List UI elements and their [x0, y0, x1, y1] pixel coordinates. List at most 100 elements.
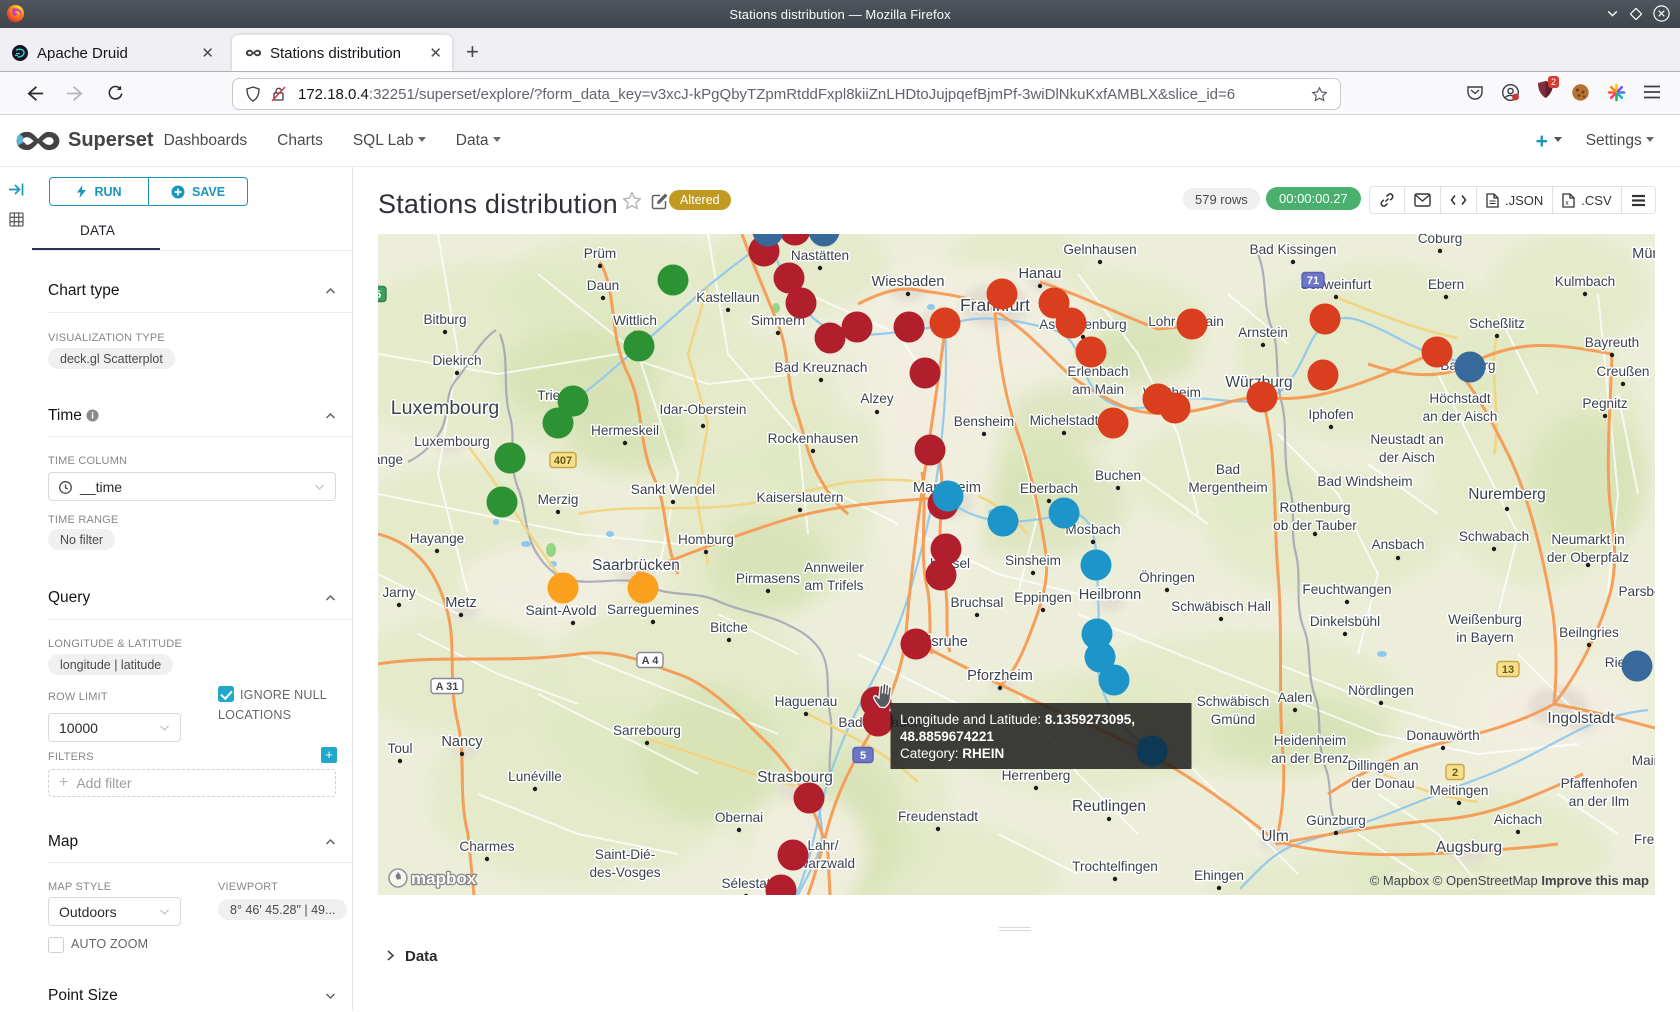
svg-text:Ingolstadt: Ingolstadt — [1547, 710, 1615, 727]
svg-text:Homburg: Homburg — [678, 532, 734, 547]
svg-text:Mergentheim: Mergentheim — [1188, 480, 1267, 495]
svg-text:Höchstadt: Höchstadt — [1429, 391, 1490, 406]
svg-text:71: 71 — [1307, 275, 1319, 287]
svg-text:Nuremberg: Nuremberg — [1468, 486, 1546, 503]
svg-text:© Mapbox © OpenStreetMap Impro: © Mapbox © OpenStreetMap Improve this ma… — [1370, 873, 1649, 888]
svg-text:der Aisch: der Aisch — [1379, 450, 1435, 465]
svg-text:Bruchsal: Bruchsal — [951, 595, 1004, 610]
svg-text:Schwäbisch: Schwäbisch — [1197, 694, 1270, 709]
svg-text:an der Aisch: an der Aisch — [1423, 409, 1498, 424]
svg-text:Heilbronn: Heilbronn — [1079, 587, 1141, 603]
svg-text:Schwäbisch Hall: Schwäbisch Hall — [1171, 599, 1271, 614]
svg-text:Strasbourg: Strasbourg — [757, 769, 833, 786]
svg-text:Pirmasens: Pirmasens — [736, 571, 800, 586]
svg-text:mapbox: mapbox — [411, 869, 477, 888]
svg-text:der Oberpfalz: der Oberpfalz — [1547, 550, 1630, 565]
svg-text:Daun: Daun — [587, 278, 620, 293]
svg-text:Alzey: Alzey — [860, 391, 893, 406]
svg-text:2: 2 — [1452, 767, 1458, 779]
svg-text:an der Brenz: an der Brenz — [1271, 751, 1349, 766]
svg-text:Günzburg: Günzburg — [1306, 813, 1366, 828]
svg-text:Eberbach: Eberbach — [1020, 481, 1078, 496]
svg-text:Iphofen: Iphofen — [1308, 407, 1353, 422]
svg-text:Rothenburg: Rothenburg — [1279, 500, 1350, 515]
svg-text:in Bayern: in Bayern — [1456, 630, 1513, 645]
svg-text:Sarrebourg: Sarrebourg — [613, 723, 681, 738]
svg-text:Scheßlitz: Scheßlitz — [1469, 316, 1525, 331]
svg-text:Heidenheim: Heidenheim — [1274, 733, 1347, 748]
svg-text:Augsburg: Augsburg — [1436, 839, 1502, 856]
svg-text:Toul: Toul — [388, 741, 413, 756]
svg-text:Charmes: Charmes — [459, 839, 514, 854]
svg-text:Coburg: Coburg — [1418, 234, 1463, 246]
svg-text:Bad: Bad — [1216, 462, 1240, 477]
svg-text:Annweiler: Annweiler — [804, 560, 864, 575]
svg-text:Reutlingen: Reutlingen — [1072, 798, 1146, 815]
svg-text:Kulmbach: Kulmbach — [1555, 274, 1615, 289]
svg-text:Hanau: Hanau — [1018, 266, 1061, 282]
svg-text:x: x — [1565, 200, 1569, 207]
svg-text:Ulm: Ulm — [1261, 828, 1289, 845]
svg-text:Luxembourg: Luxembourg — [414, 434, 490, 449]
svg-text:Merzig: Merzig — [538, 492, 579, 507]
svg-text:Idar-Oberstein: Idar-Oberstein — [660, 402, 747, 417]
svg-text:Kastellaun: Kastellaun — [696, 290, 759, 305]
svg-text:Donauwörth: Donauwörth — [1406, 728, 1479, 743]
svg-text:Herrenberg: Herrenberg — [1002, 768, 1071, 783]
svg-text:Sankt Wendel: Sankt Wendel — [631, 482, 715, 497]
svg-text:Bad Kreuznach: Bad Kreuznach — [775, 360, 868, 375]
svg-text:Öhringen: Öhringen — [1139, 570, 1195, 585]
svg-text:Sélestat: Sélestat — [721, 876, 770, 891]
svg-text:Luxembourg: Luxembourg — [391, 397, 499, 419]
svg-text:Dillingen an: Dillingen an — [1347, 758, 1418, 773]
svg-text:13: 13 — [1502, 664, 1514, 676]
svg-text:Saint-Dié-: Saint-Dié- — [595, 847, 655, 862]
svg-text:Feuchtwangen: Feuchtwangen — [1302, 582, 1391, 597]
svg-text:Eppingen: Eppingen — [1014, 590, 1071, 605]
svg-text:Ebern: Ebern — [1428, 277, 1464, 292]
svg-text:Nancy: Nancy — [441, 734, 483, 750]
svg-text:Wiesbaden: Wiesbaden — [871, 274, 944, 290]
svg-text:ob der Tauber: ob der Tauber — [1273, 518, 1357, 533]
svg-text:Neustadt an: Neustadt an — [1370, 432, 1443, 447]
svg-text:Dinkelsbühl: Dinkelsbühl — [1310, 614, 1380, 629]
svg-text:Saarbrücken: Saarbrücken — [592, 557, 680, 574]
svg-text:Nördlingen: Nördlingen — [1348, 683, 1414, 698]
svg-text:Aichach: Aichach — [1494, 812, 1542, 827]
svg-text:des-Vosges: des-Vosges — [589, 865, 660, 880]
svg-text:Haguenau: Haguenau — [775, 694, 838, 709]
svg-text:Hermeskeil: Hermeskeil — [591, 423, 659, 438]
svg-text:A 31: A 31 — [436, 681, 459, 693]
svg-text:Pforzheim: Pforzheim — [967, 668, 1033, 684]
svg-text:Bensheim: Bensheim — [954, 414, 1014, 429]
svg-text:Arnstein: Arnstein — [1238, 325, 1288, 340]
svg-text:Bayreuth: Bayreuth — [1585, 335, 1639, 350]
svg-text:Erlenbach: Erlenbach — [1067, 364, 1128, 379]
svg-text:Münc: Münc — [1632, 246, 1655, 262]
svg-text:Beilngries: Beilngries — [1559, 625, 1619, 640]
svg-text:Gelnhausen: Gelnhausen — [1063, 242, 1136, 257]
svg-text:am Main: am Main — [1072, 382, 1124, 397]
svg-text:Longitude and Latitude: 8.1359: Longitude and Latitude: 8.1359273095, — [900, 712, 1135, 727]
svg-text:Diekirch: Diekirch — [432, 353, 481, 368]
svg-text:Parsbe: Parsbe — [1618, 584, 1655, 599]
svg-text:Mair: Mair — [1632, 753, 1655, 768]
svg-text:Obernai: Obernai — [715, 810, 763, 825]
svg-text:Freudenstadt: Freudenstadt — [898, 809, 978, 824]
svg-text:an der Ilm: an der Ilm — [1569, 794, 1629, 809]
svg-text:Prüm: Prüm — [584, 246, 616, 261]
svg-text:A 4: A 4 — [642, 655, 660, 667]
svg-text:5: 5 — [378, 289, 381, 301]
svg-text:Bad Windsheim: Bad Windsheim — [1317, 474, 1412, 489]
svg-text:Creußen: Creußen — [1597, 364, 1650, 379]
svg-text:407: 407 — [554, 455, 572, 467]
svg-text:Meitingen: Meitingen — [1430, 783, 1489, 798]
svg-text:Michelstadt: Michelstadt — [1030, 413, 1099, 428]
svg-text:Lahr/: Lahr/ — [808, 838, 839, 853]
svg-text:48.8859674221: 48.8859674221 — [900, 729, 994, 744]
svg-text:Sarreguemines: Sarreguemines — [607, 602, 699, 617]
svg-text:Gmünd: Gmünd — [1211, 712, 1256, 727]
svg-text:Metz: Metz — [445, 595, 477, 611]
svg-text:5: 5 — [860, 750, 866, 762]
svg-text:Lunéville: Lunéville — [508, 769, 562, 784]
